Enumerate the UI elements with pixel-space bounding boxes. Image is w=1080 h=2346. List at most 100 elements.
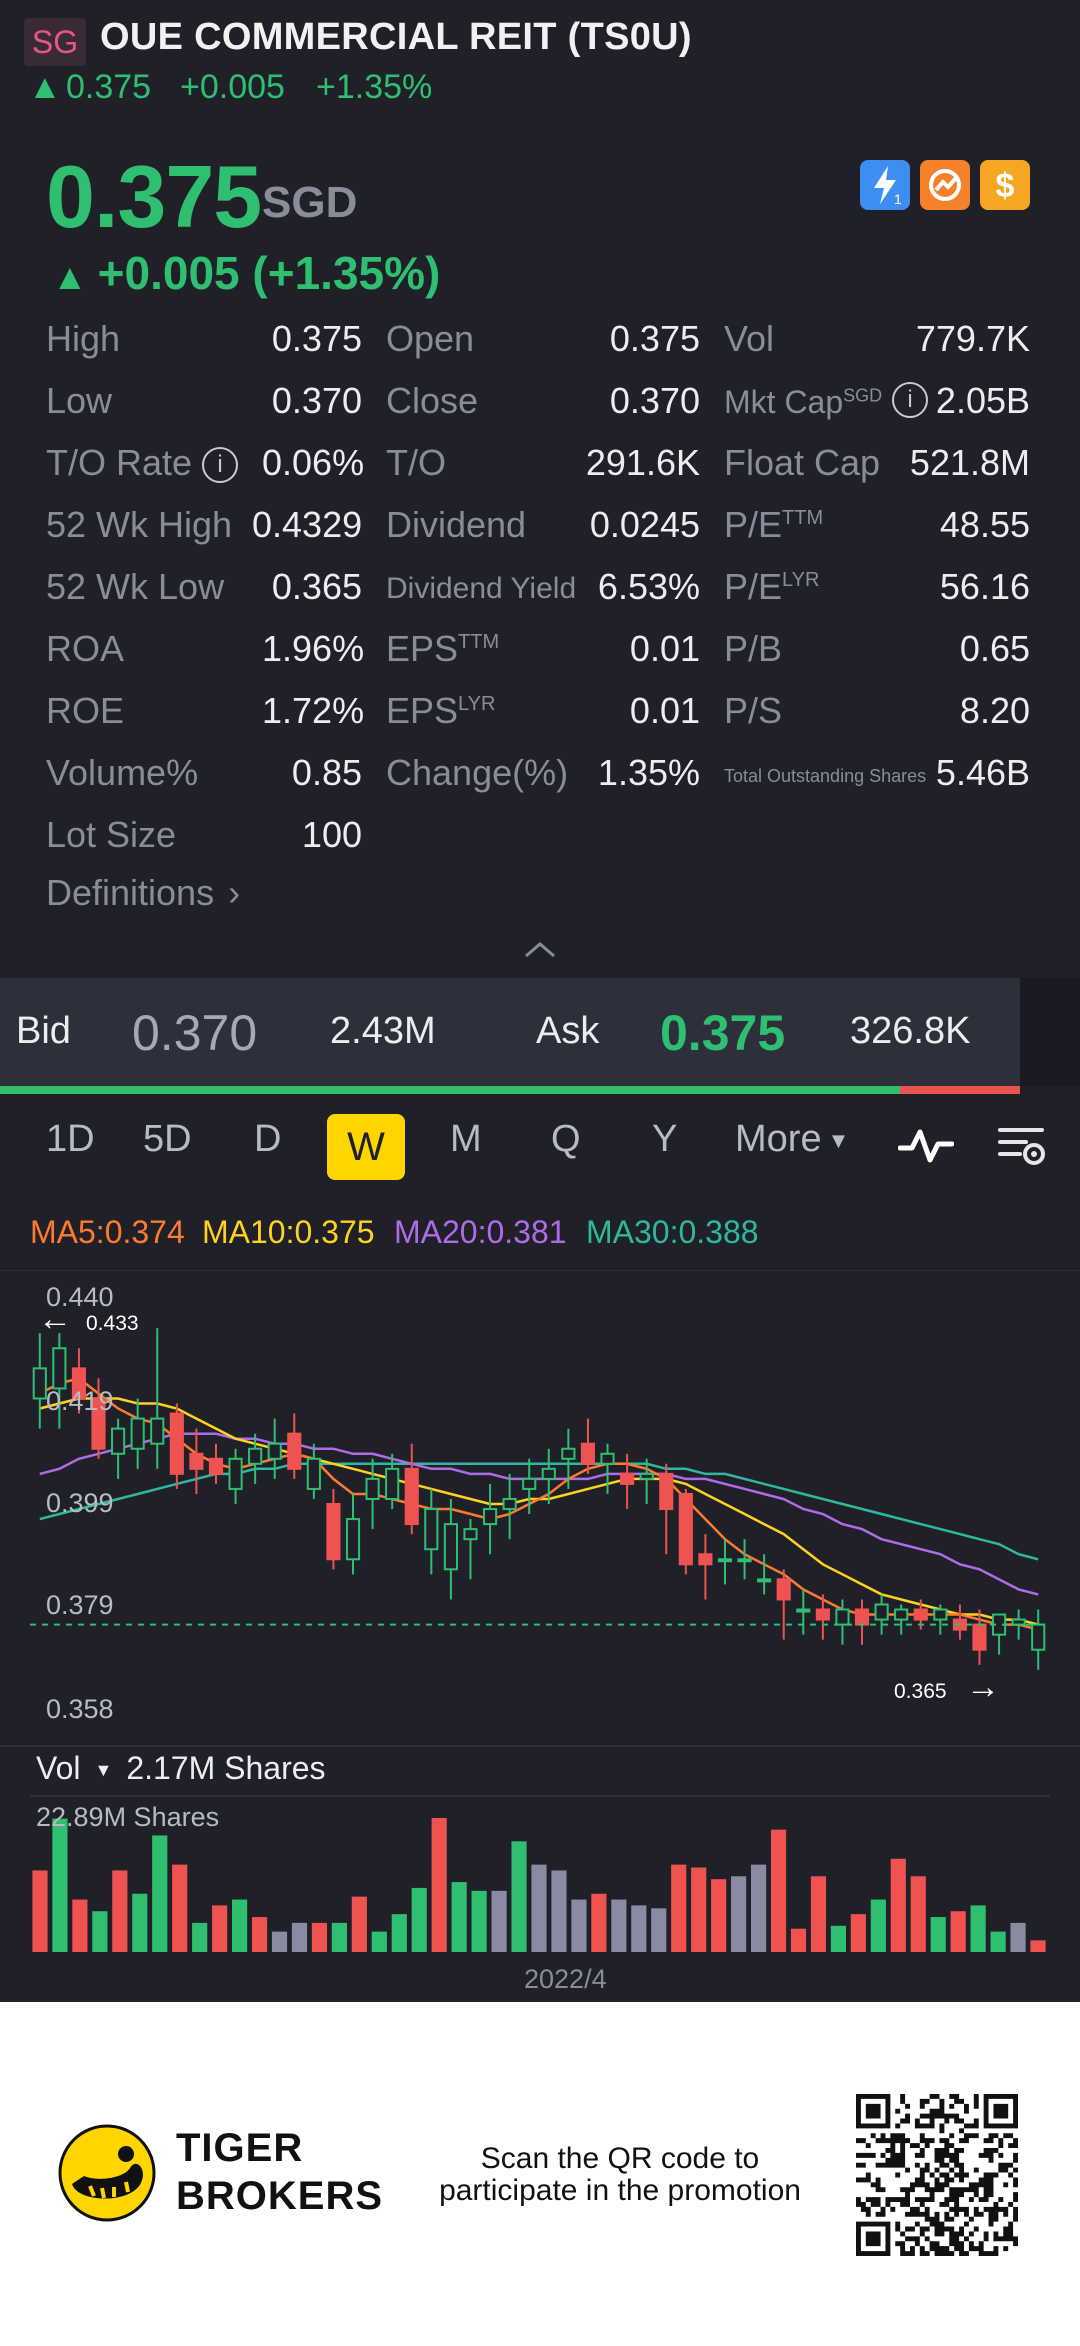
- candle-body: [482, 1508, 498, 1526]
- tab-d[interactable]: D: [254, 1118, 281, 1161]
- info-icon[interactable]: i: [202, 447, 239, 484]
- tab-y[interactable]: Y: [652, 1118, 677, 1161]
- stat-value-ps: 8.20: [959, 690, 1030, 731]
- volume-bar: [491, 1890, 507, 1952]
- volume-bar: [132, 1893, 148, 1952]
- volume-bar: [591, 1893, 607, 1952]
- bid-ask-bar-edge: [1020, 978, 1080, 1086]
- candle-body: [443, 1523, 458, 1571]
- stat-value-to-rate: 0.06%: [262, 442, 365, 483]
- volume-selector[interactable]: Vol ▼ 2.17M Shares: [36, 1750, 326, 1787]
- volume-bar: [691, 1867, 707, 1952]
- x-axis-label: 2022/4: [524, 1964, 607, 1994]
- dollar-badge-icon[interactable]: $: [980, 160, 1030, 210]
- stat-value-open: 0.375: [609, 318, 700, 359]
- indicator-icon[interactable]: [897, 1124, 955, 1173]
- volume-bar: [631, 1905, 647, 1952]
- candle-body: [757, 1578, 772, 1583]
- tab-w[interactable]: W: [327, 1114, 405, 1180]
- stat-label-volume-pct: Volume%: [46, 752, 199, 793]
- volume-bar: [790, 1928, 807, 1952]
- chevron-up-icon[interactable]: [522, 940, 558, 965]
- stat-value-roa: 1.96%: [262, 628, 365, 669]
- volume-bar: [531, 1864, 547, 1952]
- volume-bar: [611, 1899, 627, 1952]
- candle-body: [972, 1623, 987, 1651]
- volume-bar: [391, 1914, 407, 1952]
- stat-label-eps-ttm: EPSTTM: [386, 628, 499, 670]
- candle-body: [698, 1553, 713, 1566]
- candle-body: [854, 1608, 870, 1626]
- candle-body: [894, 1608, 909, 1621]
- stat-label-pb: P/B: [724, 628, 783, 669]
- price-chart[interactable]: [0, 1270, 1080, 2000]
- arrow-left-icon: ←: [38, 1300, 72, 1338]
- qr-code[interactable]: [856, 2094, 1018, 2256]
- ma5-legend: MA5:0.374: [30, 1214, 185, 1250]
- stat-label-pe-lyr: P/ELYR: [724, 566, 819, 608]
- stat-label-eps-lyr-text: EPS: [386, 690, 459, 731]
- candle-body: [717, 1558, 733, 1563]
- stat-value-low: 0.370: [271, 380, 362, 421]
- tab-m[interactable]: M: [450, 1118, 482, 1161]
- header-last-price: 0.375: [66, 68, 152, 106]
- definitions-link[interactable]: Definitions ›: [46, 872, 240, 914]
- volume-bar: [671, 1864, 687, 1952]
- volume-bar: [371, 1931, 387, 1952]
- low-marker: 0.365: [894, 1680, 947, 1703]
- ask-price[interactable]: 0.375: [660, 1004, 785, 1062]
- volume-bar: [870, 1899, 886, 1952]
- volume-bar: [72, 1899, 88, 1952]
- stat-label-dividend-yield: Dividend Yield: [386, 572, 577, 605]
- candle-body: [1031, 1623, 1046, 1651]
- stat-value-pe-ttm: 48.55: [939, 504, 1030, 545]
- candle-body: [541, 1467, 556, 1480]
- tab-q[interactable]: Q: [551, 1118, 581, 1161]
- candle-body: [306, 1457, 321, 1490]
- candle-body: [600, 1452, 615, 1465]
- caret-down-icon: ▼: [827, 1127, 850, 1153]
- chart-settings-icon[interactable]: [996, 1124, 1048, 1173]
- tab-5d[interactable]: 5D: [143, 1118, 192, 1161]
- header-change-pct: +1.35%: [316, 68, 433, 106]
- candle-body: [835, 1608, 850, 1626]
- volume-bar: [192, 1922, 208, 1952]
- options-badge-icon[interactable]: [920, 160, 970, 210]
- stat-value-float-cap: 521.8M: [909, 442, 1030, 483]
- candle-body: [522, 1477, 537, 1490]
- stat-value-change-pct: 1.35%: [597, 752, 700, 793]
- stat-value-pb: 0.65: [959, 628, 1030, 669]
- tab-more[interactable]: More ▼: [735, 1118, 849, 1161]
- volume-bar: [52, 1818, 68, 1952]
- stat-value-52wk-low: 0.365: [271, 566, 362, 607]
- stat-label-pe-lyr-sup: LYR: [782, 569, 820, 591]
- tab-1d[interactable]: 1D: [46, 1118, 95, 1161]
- candle-body: [267, 1442, 282, 1460]
- volume-bar: [970, 1905, 986, 1952]
- stat-value-pe-lyr: 56.16: [939, 566, 1030, 607]
- stat-label-eps-ttm-sup: TTM: [458, 631, 500, 653]
- stock-title: OUE COMMERCIAL REIT (TS0U): [100, 16, 692, 58]
- bid-price[interactable]: 0.370: [132, 1004, 257, 1062]
- volume-label: Vol: [36, 1750, 81, 1786]
- volume-bar: [850, 1914, 866, 1952]
- ask-strength-bar: [900, 1086, 1020, 1094]
- candle-body: [874, 1603, 889, 1621]
- lightning-badge-icon[interactable]: 1: [860, 160, 910, 210]
- market-tag: SG: [24, 18, 86, 66]
- volume-bar: [251, 1917, 268, 1952]
- candle-body: [502, 1497, 517, 1511]
- stat-label-52wk-high: 52 Wk High: [46, 504, 233, 545]
- candle-body: [776, 1578, 791, 1601]
- candle-body: [150, 1417, 165, 1445]
- stat-label-mkt-cap-text: Mkt Cap: [724, 384, 844, 420]
- candle-body: [345, 1518, 361, 1561]
- volume-bar: [990, 1931, 1006, 1952]
- candle-body: [130, 1417, 145, 1450]
- stat-label-ps: P/S: [724, 690, 783, 731]
- stat-value-mkt-cap: 2.05B: [935, 380, 1030, 421]
- stat-value-dividend: 0.0245: [589, 504, 700, 545]
- ask-size: 326.8K: [850, 1010, 971, 1052]
- stat-label-high: High: [46, 318, 121, 359]
- header-change: +0.005: [180, 68, 285, 106]
